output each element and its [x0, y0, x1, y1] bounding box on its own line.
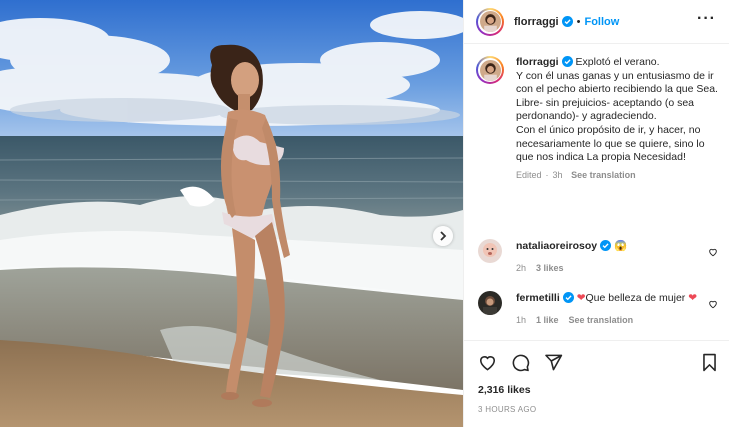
save-button[interactable] [701, 353, 718, 375]
comment-meta: 2h 3 likes [516, 261, 718, 275]
paper-plane-icon [545, 354, 563, 371]
red-heart-emoji: ❤ [576, 292, 586, 304]
comment-like-heart-icon[interactable] [708, 247, 718, 257]
caption-text: florraggi Explotó el verano. Y con él un… [516, 56, 720, 165]
post-caption: florraggi Explotó el verano. Y con él un… [476, 56, 720, 180]
comment-text: Que belleza de mujer [585, 292, 686, 304]
post-timestamp: 3 HOURS AGO [478, 405, 537, 414]
comment-meta: 1h 1 like See translation [516, 313, 718, 327]
like-button[interactable] [478, 353, 497, 375]
author-username[interactable]: florraggi [514, 16, 559, 28]
chevron-right-icon [440, 231, 447, 241]
comment-username[interactable]: nataliaoreirosoy [516, 240, 597, 252]
caption-meta: Edited · 3h See translation [516, 170, 720, 180]
likes-count[interactable]: 2,316 likes [478, 384, 531, 396]
comment-text: 😱 [614, 240, 628, 252]
comment-time[interactable]: 2h [516, 263, 526, 273]
comment-username[interactable]: fermetilli [516, 292, 560, 304]
beach-photo [0, 0, 463, 427]
caption-username[interactable]: florraggi [516, 56, 559, 68]
verified-badge-icon [561, 56, 573, 67]
more-options-button[interactable]: ··· [697, 11, 716, 27]
meta-dot: · [545, 169, 549, 180]
action-bar: 2,316 likes 3 HOURS AGO [464, 340, 729, 427]
bookmark-icon [703, 353, 716, 372]
comment-likes[interactable]: 1 like [536, 315, 559, 325]
red-heart-emoji: ❤ [688, 292, 698, 304]
action-icons [478, 353, 563, 375]
commenter-avatar[interactable] [478, 239, 502, 263]
caption-time[interactable]: 3h [553, 170, 563, 180]
author-avatar[interactable] [476, 7, 504, 36]
comment-item: fermetilli ❤Que belleza de mujer ❤ 1h 1 l… [478, 291, 718, 327]
verified-badge-icon [561, 16, 573, 27]
edited-label: Edited [516, 169, 542, 180]
see-translation-link[interactable]: See translation [571, 170, 636, 180]
separator-dot: • [576, 15, 581, 28]
heart-icon [479, 356, 496, 371]
post-sidebar: florraggi • Follow ··· florraggi Explotó… [463, 0, 729, 427]
caption-avatar[interactable] [476, 56, 504, 84]
follow-button[interactable]: Follow [584, 16, 619, 28]
verified-badge-icon [562, 292, 574, 303]
post-media[interactable] [0, 0, 463, 427]
verified-badge-icon [600, 240, 612, 251]
comment-time[interactable]: 1h [516, 315, 526, 325]
caption-body: Explotó el verano. Y con él unas ganas y… [516, 56, 718, 164]
post-header: florraggi • Follow ··· [464, 0, 729, 44]
comment-likes[interactable]: 3 likes [536, 263, 564, 273]
comment-icon [512, 354, 530, 372]
commenter-avatar[interactable] [478, 291, 502, 315]
share-button[interactable] [544, 353, 563, 375]
see-translation-link[interactable]: See translation [569, 315, 634, 325]
comment-button[interactable] [511, 353, 530, 375]
comment-item: nataliaoreirosoy 😱 2h 3 likes [478, 239, 718, 275]
comment-like-heart-icon[interactable] [708, 299, 718, 309]
next-photo-button[interactable] [433, 226, 453, 246]
